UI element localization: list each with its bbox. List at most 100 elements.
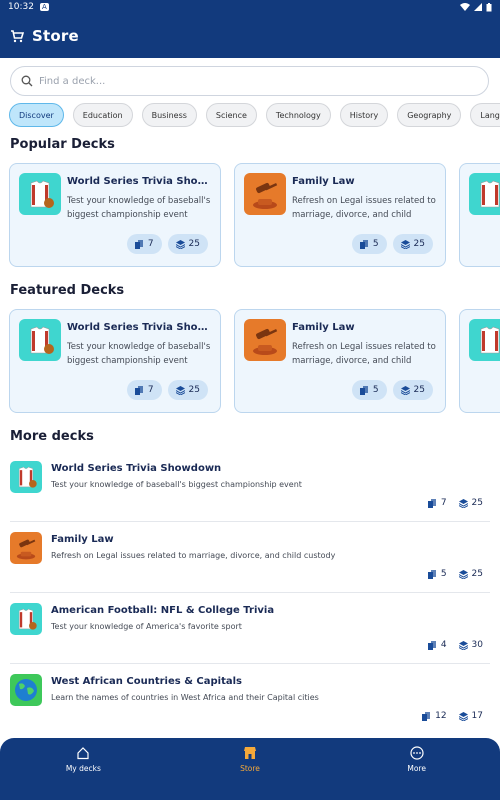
cards-count: 4	[440, 640, 447, 650]
deck-stats: 7 25	[126, 234, 208, 254]
deck-card-partial[interactable]	[459, 163, 500, 267]
deck-stats: 5 25	[351, 234, 433, 254]
layers-icon	[458, 640, 468, 650]
nav-more[interactable]: More	[333, 738, 500, 800]
layers-count-badge: 25	[392, 234, 433, 254]
cards-icon	[427, 498, 436, 508]
deck-card[interactable]: World Series Trivia Showdown Test your k…	[9, 309, 221, 413]
gavel-icon	[244, 319, 286, 361]
deck-description: Refresh on Legal issues related to marri…	[292, 342, 436, 366]
cards-icon	[359, 385, 368, 395]
featured-decks-row: World Series Trivia Showdown Test your k…	[9, 309, 500, 414]
deck-card[interactable]: Family Law Refresh on Legal issues relat…	[234, 163, 446, 267]
popular-decks-row: World Series Trivia Showdown Test your k…	[9, 163, 500, 268]
deck-description: Refresh on Legal issues related to marri…	[51, 551, 336, 560]
divider	[10, 592, 490, 593]
layers-count: 25	[188, 385, 200, 395]
deck-card[interactable]: Family Law Refresh on Legal issues relat…	[234, 309, 446, 413]
deck-description: Test your knowledge of baseball's bigges…	[67, 196, 211, 220]
layers-count-stat: 25	[458, 569, 483, 579]
layers-icon	[458, 711, 468, 721]
layers-count: 25	[413, 239, 425, 249]
deck-card[interactable]: World Series Trivia Showdown Test your k…	[9, 163, 221, 267]
cards-icon	[427, 569, 436, 579]
chip-language[interactable]: Language	[470, 103, 500, 127]
deck-stats: 12 17	[422, 711, 483, 721]
cards-count-badge: 5	[351, 380, 387, 400]
cards-count: 7	[147, 239, 154, 249]
layers-count: 25	[188, 239, 200, 249]
deck-title: World Series Trivia Showdown	[67, 176, 215, 187]
list-item[interactable]: World Series Trivia Showdown Test your k…	[0, 457, 500, 528]
layers-icon	[175, 239, 185, 249]
layers-count: 25	[471, 498, 483, 508]
trivia-jersey-icon	[469, 173, 500, 215]
bottom-navigation: My decks Store More	[0, 738, 500, 800]
list-item[interactable]: Family Law Refresh on Legal issues relat…	[0, 528, 500, 599]
layers-count-stat: 30	[458, 640, 483, 650]
deck-description: Test your knowledge of America's favorit…	[51, 622, 242, 631]
cards-count: 12	[435, 711, 447, 721]
cards-icon	[134, 385, 143, 395]
nav-my-decks[interactable]: My decks	[0, 738, 167, 800]
deck-stats: 7 25	[427, 498, 483, 508]
chip-history[interactable]: History	[339, 103, 389, 127]
layers-icon	[175, 385, 185, 395]
status-bar: 10:32 A	[0, 0, 500, 14]
trivia-jersey-icon	[10, 603, 42, 635]
nav-label: My decks	[65, 764, 101, 773]
layers-icon	[458, 569, 468, 579]
cards-count-badge: 5	[351, 234, 387, 254]
chip-geography[interactable]: Geography	[397, 103, 462, 127]
cards-icon	[134, 239, 143, 249]
cards-count: 7	[440, 498, 447, 508]
search-box[interactable]	[10, 66, 489, 96]
chip-education[interactable]: Education	[72, 103, 133, 127]
layers-count-badge: 25	[392, 380, 433, 400]
more-decks-heading: More decks	[10, 429, 94, 444]
divider	[10, 521, 490, 522]
wifi-icon	[460, 3, 470, 11]
status-time: 10:32	[8, 2, 34, 12]
deck-stats: 5 25	[427, 569, 483, 579]
nav-store[interactable]: Store	[167, 738, 334, 800]
list-item[interactable]: West African Countries & Capitals Learn …	[0, 670, 500, 741]
globe-icon	[10, 674, 42, 706]
cards-count-stat: 4	[427, 640, 447, 650]
cards-count-stat: 5	[427, 569, 447, 579]
cards-count-badge: 7	[126, 380, 162, 400]
cards-icon	[427, 640, 436, 650]
chip-business[interactable]: Business	[141, 103, 197, 127]
search-input[interactable]	[39, 75, 459, 87]
deck-description: Learn the names of countries in West Afr…	[51, 693, 319, 702]
chip-science[interactable]: Science	[205, 103, 257, 127]
cards-count-stat: 12	[422, 711, 447, 721]
trivia-jersey-icon	[19, 319, 61, 361]
deck-title: World Series Trivia Showdown	[51, 463, 222, 474]
cards-count-badge: 7	[126, 234, 162, 254]
layers-icon	[400, 385, 410, 395]
chip-technology[interactable]: Technology	[265, 103, 331, 127]
chip-discover[interactable]: Discover	[9, 103, 64, 127]
nav-label: Store	[240, 764, 260, 773]
cards-count: 5	[372, 385, 379, 395]
deck-title: Family Law	[51, 534, 114, 545]
gavel-icon	[10, 532, 42, 564]
layers-count: 25	[471, 569, 483, 579]
signal-icon	[474, 3, 482, 11]
battery-icon	[486, 2, 492, 11]
layers-icon	[458, 498, 468, 508]
cards-icon	[359, 239, 368, 249]
deck-title: Family Law	[292, 322, 355, 333]
layers-count-badge: 25	[167, 234, 208, 254]
list-item[interactable]: American Football: NFL & College Trivia …	[0, 599, 500, 670]
search-icon	[21, 75, 33, 87]
deck-title: World Series Trivia Showdown	[67, 322, 215, 333]
store-icon	[244, 747, 256, 759]
layers-count: 30	[471, 640, 483, 650]
more-icon	[410, 746, 424, 760]
featured-decks-heading: Featured Decks	[10, 283, 125, 298]
deck-stats: 5 25	[351, 380, 433, 400]
deck-title: West African Countries & Capitals	[51, 676, 242, 687]
deck-card-partial[interactable]	[459, 309, 500, 413]
